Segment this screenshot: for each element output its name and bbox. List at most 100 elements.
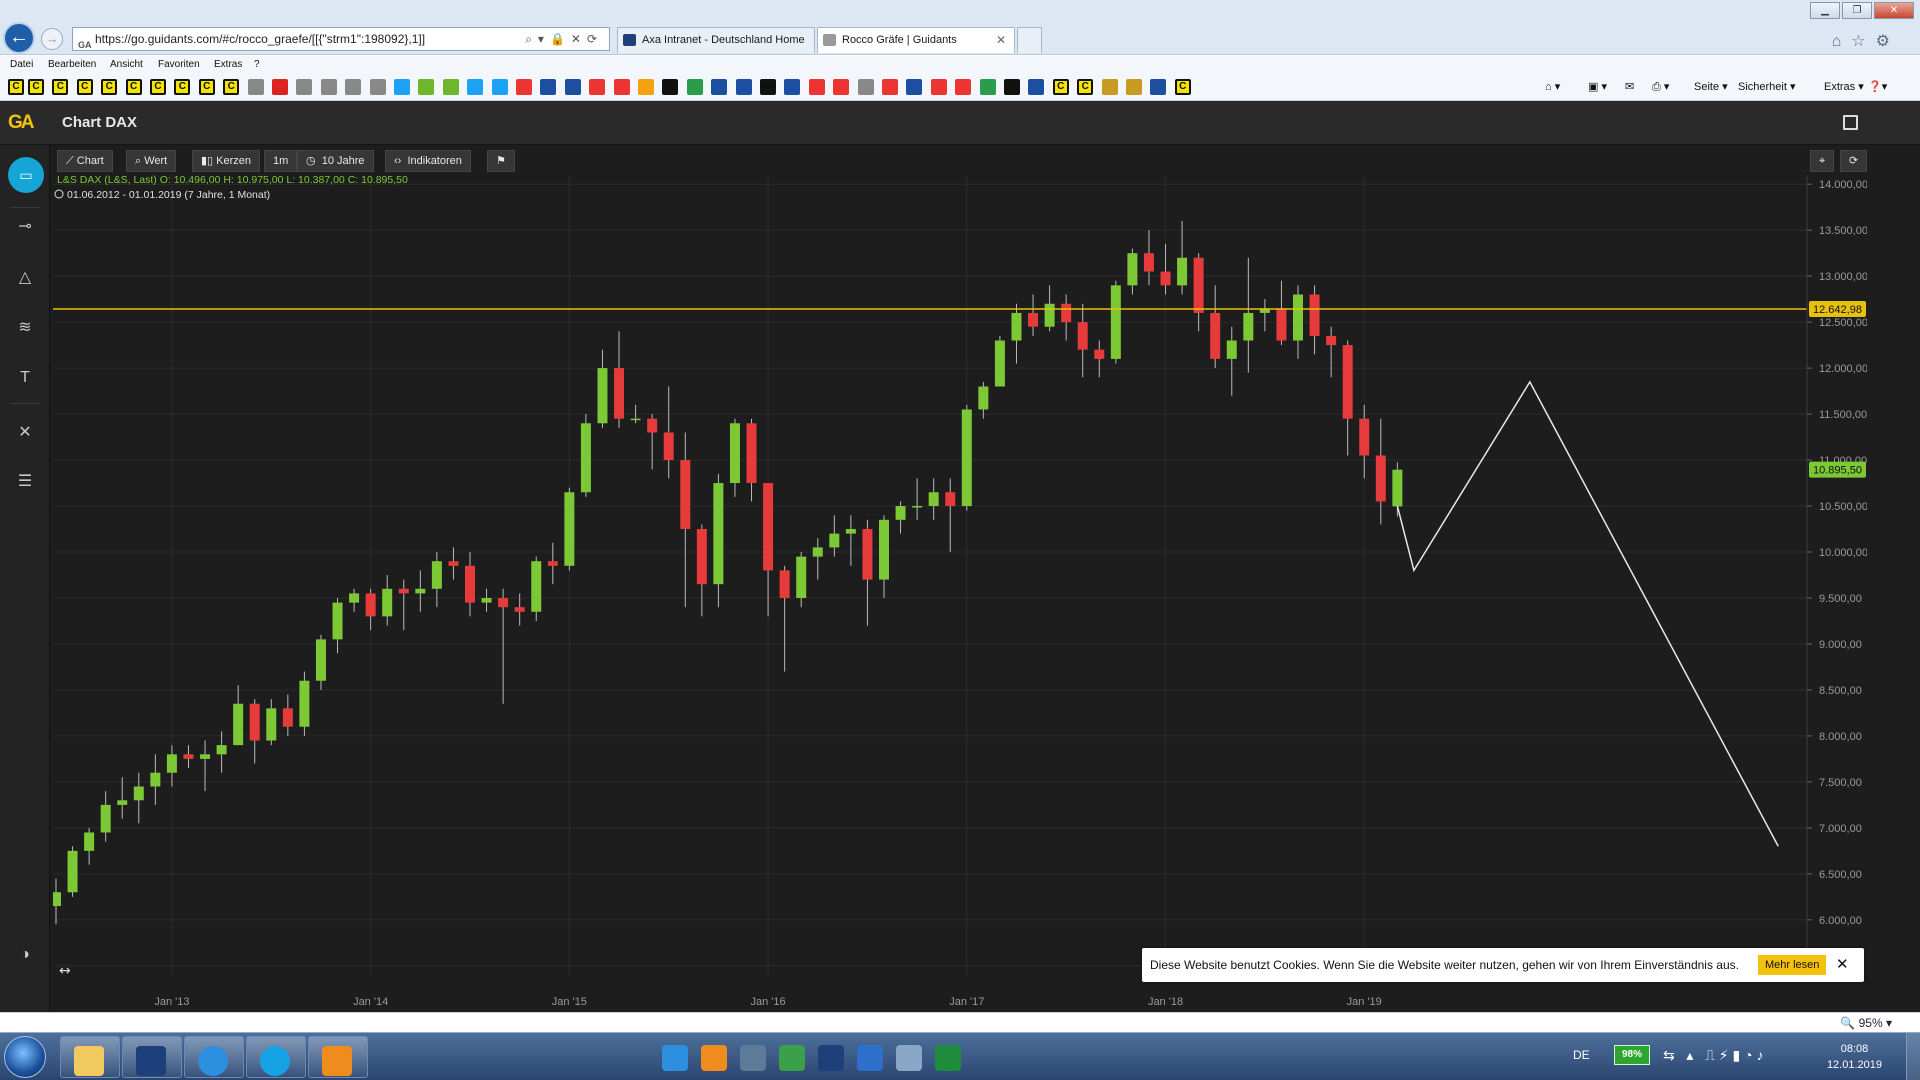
menu-extras-right[interactable]: Extras ▾ <box>1824 79 1864 95</box>
favorite-shortcut-icon[interactable] <box>247 79 264 95</box>
favorite-shortcut-icon[interactable]: C <box>28 79 44 95</box>
indicators-button[interactable]: ‹› Indikatoren <box>385 150 471 172</box>
zoom-level[interactable]: 🔍 95% ▾ <box>1840 1016 1892 1030</box>
favorite-shortcut-icon[interactable] <box>1126 79 1142 95</box>
close-window-button[interactable]: ✕ <box>1874 2 1914 19</box>
favorite-shortcut-icon[interactable] <box>1150 79 1167 95</box>
favorite-shortcut-icon[interactable] <box>296 79 313 95</box>
text-tool-icon[interactable]: T <box>0 359 50 397</box>
value-search-button[interactable]: ⌕ Wert <box>126 150 177 172</box>
menu-extras[interactable]: Extras <box>214 56 242 73</box>
help-icon[interactable]: ❓▾ <box>1868 79 1887 95</box>
fibonacci-tool-icon[interactable]: ≋ <box>0 309 50 347</box>
favorite-shortcut-icon[interactable] <box>1004 79 1020 95</box>
tab-guidants[interactable]: Rocco Gräfe | Guidants ✕ <box>817 27 1015 53</box>
favorite-shortcut-icon[interactable] <box>1028 79 1045 95</box>
quick-launch-icon[interactable] <box>662 1045 688 1071</box>
favorite-shortcut-icon[interactable]: C <box>8 79 24 95</box>
favorite-shortcut-icon[interactable] <box>808 79 825 95</box>
favorite-shortcut-icon[interactable]: C <box>101 79 118 95</box>
favorite-shortcut-icon[interactable] <box>662 79 679 95</box>
menu-ansicht[interactable]: Ansicht <box>110 56 143 73</box>
tools-icon[interactable]: ✕ <box>0 414 50 452</box>
system-clock[interactable]: 08:08 12.01.2019 <box>1827 1041 1882 1073</box>
address-bar[interactable]: GA https://go.guidants.com/#c/rocco_grae… <box>72 27 610 51</box>
battery-indicator[interactable]: 98% <box>1614 1045 1650 1065</box>
favorite-shortcut-icon[interactable] <box>833 79 850 95</box>
favorite-shortcut-icon[interactable] <box>564 79 581 95</box>
favorite-shortcut-icon[interactable] <box>711 79 728 95</box>
favorite-shortcut-icon[interactable] <box>857 79 874 95</box>
favorite-shortcut-icon[interactable] <box>686 79 703 95</box>
favorite-shortcut-icon[interactable] <box>613 79 630 95</box>
favorite-shortcut-icon[interactable] <box>369 79 386 95</box>
favorite-shortcut-icon[interactable] <box>930 79 947 95</box>
quick-launch-icon[interactable] <box>818 1045 844 1071</box>
favorite-shortcut-icon[interactable]: C <box>174 79 191 95</box>
language-indicator[interactable]: DE <box>1573 1048 1590 1062</box>
maximize-button[interactable]: ❐ <box>1842 2 1872 19</box>
reload-chart-icon[interactable]: ⟳ <box>1840 150 1868 172</box>
favorite-shortcut-icon[interactable]: C <box>1077 79 1094 95</box>
favorite-shortcut-icon[interactable] <box>442 79 459 95</box>
favorite-shortcut-icon[interactable] <box>882 79 898 95</box>
taskbar-explorer[interactable] <box>60 1036 120 1078</box>
favorite-shortcut-icon[interactable]: C <box>125 79 142 95</box>
favorite-shortcut-icon[interactable] <box>345 79 362 95</box>
taskbar-outlook[interactable] <box>308 1036 368 1078</box>
favorite-shortcut-icon[interactable] <box>320 79 337 95</box>
minimize-button[interactable]: ▁ <box>1810 2 1840 19</box>
menu-sicherheit[interactable]: Sicherheit ▾ <box>1738 79 1796 95</box>
favorite-shortcut-icon[interactable] <box>418 79 435 95</box>
favorite-shortcut-icon[interactable]: C <box>52 79 69 95</box>
tab-close-icon[interactable]: ✕ <box>996 28 1006 52</box>
favorite-shortcut-icon[interactable] <box>760 79 776 95</box>
favorite-shortcut-icon[interactable]: C <box>1052 79 1069 95</box>
quick-launch-icon[interactable] <box>740 1045 766 1071</box>
chart-type-button[interactable]: ⟋ Chart <box>57 150 113 172</box>
favorite-shortcut-icon[interactable] <box>272 79 288 95</box>
candles-button[interactable]: ▮▯ Kerzen <box>192 150 261 172</box>
tray-icons[interactable]: ⇆ ▴ ⎍ ⚡ ▮ ◔ ♪ <box>1663 1047 1763 1064</box>
favorite-shortcut-icon[interactable] <box>906 79 923 95</box>
taskbar-skype[interactable] <box>246 1036 306 1078</box>
favorite-shortcut-icon[interactable]: C <box>76 79 93 95</box>
crosshair-toggle-icon[interactable]: ⌖ <box>1810 150 1835 172</box>
home-dropdown-icon[interactable]: ⌂ ▾ <box>1545 79 1560 95</box>
forward-button[interactable]: → <box>41 28 63 50</box>
favorite-shortcut-icon[interactable]: C <box>1174 79 1191 95</box>
favorite-shortcut-icon[interactable] <box>784 79 801 95</box>
range-button[interactable]: ◷ 10 Jahre <box>297 150 374 172</box>
list-icon[interactable]: ☰ <box>0 463 50 501</box>
quick-launch-icon[interactable] <box>779 1045 805 1071</box>
taskbar-axa[interactable] <box>122 1036 182 1078</box>
contrast-icon[interactable]: ◑ <box>0 936 50 974</box>
menu-bearbeiten[interactable]: Bearbeiten <box>48 56 96 73</box>
menu-favoriten[interactable]: Favoriten <box>158 56 200 73</box>
favorite-shortcut-icon[interactable] <box>394 79 410 95</box>
feeds-icon[interactable]: ▣ ▾ <box>1588 79 1607 95</box>
favorite-shortcut-icon[interactable] <box>540 79 557 95</box>
guidants-logo[interactable]: GA <box>8 111 42 135</box>
favorite-shortcut-icon[interactable] <box>735 79 752 95</box>
cookie-more-button[interactable]: Mehr lesen <box>1758 955 1827 975</box>
bookmark-icon[interactable]: ⚑ <box>487 150 515 172</box>
home-star-gear-icons[interactable]: ⌂☆⚙ <box>1832 31 1900 51</box>
line-tool-icon[interactable]: ⊸ <box>0 208 50 246</box>
triangle-tool-icon[interactable]: △ <box>0 259 50 297</box>
favorite-shortcut-icon[interactable] <box>979 79 996 95</box>
menu-datei[interactable]: Datei <box>10 56 33 73</box>
favorite-shortcut-icon[interactable] <box>589 79 606 95</box>
new-tab-button[interactable] <box>1017 27 1042 53</box>
chart-tool-icon[interactable]: ▭ <box>8 157 44 193</box>
show-desktop-button[interactable] <box>1906 1033 1920 1080</box>
favorite-shortcut-icon[interactable]: C <box>150 79 166 95</box>
taskbar-ie[interactable] <box>184 1036 244 1078</box>
interval-button[interactable]: 1m <box>264 150 298 172</box>
favorite-shortcut-icon[interactable] <box>955 79 972 95</box>
quick-launch-icon[interactable] <box>896 1045 922 1071</box>
quick-launch-icon[interactable] <box>935 1045 961 1071</box>
favorite-shortcut-icon[interactable] <box>467 79 484 95</box>
favorite-shortcut-icon[interactable]: C <box>198 79 215 95</box>
quick-launch-icon[interactable] <box>701 1045 727 1071</box>
